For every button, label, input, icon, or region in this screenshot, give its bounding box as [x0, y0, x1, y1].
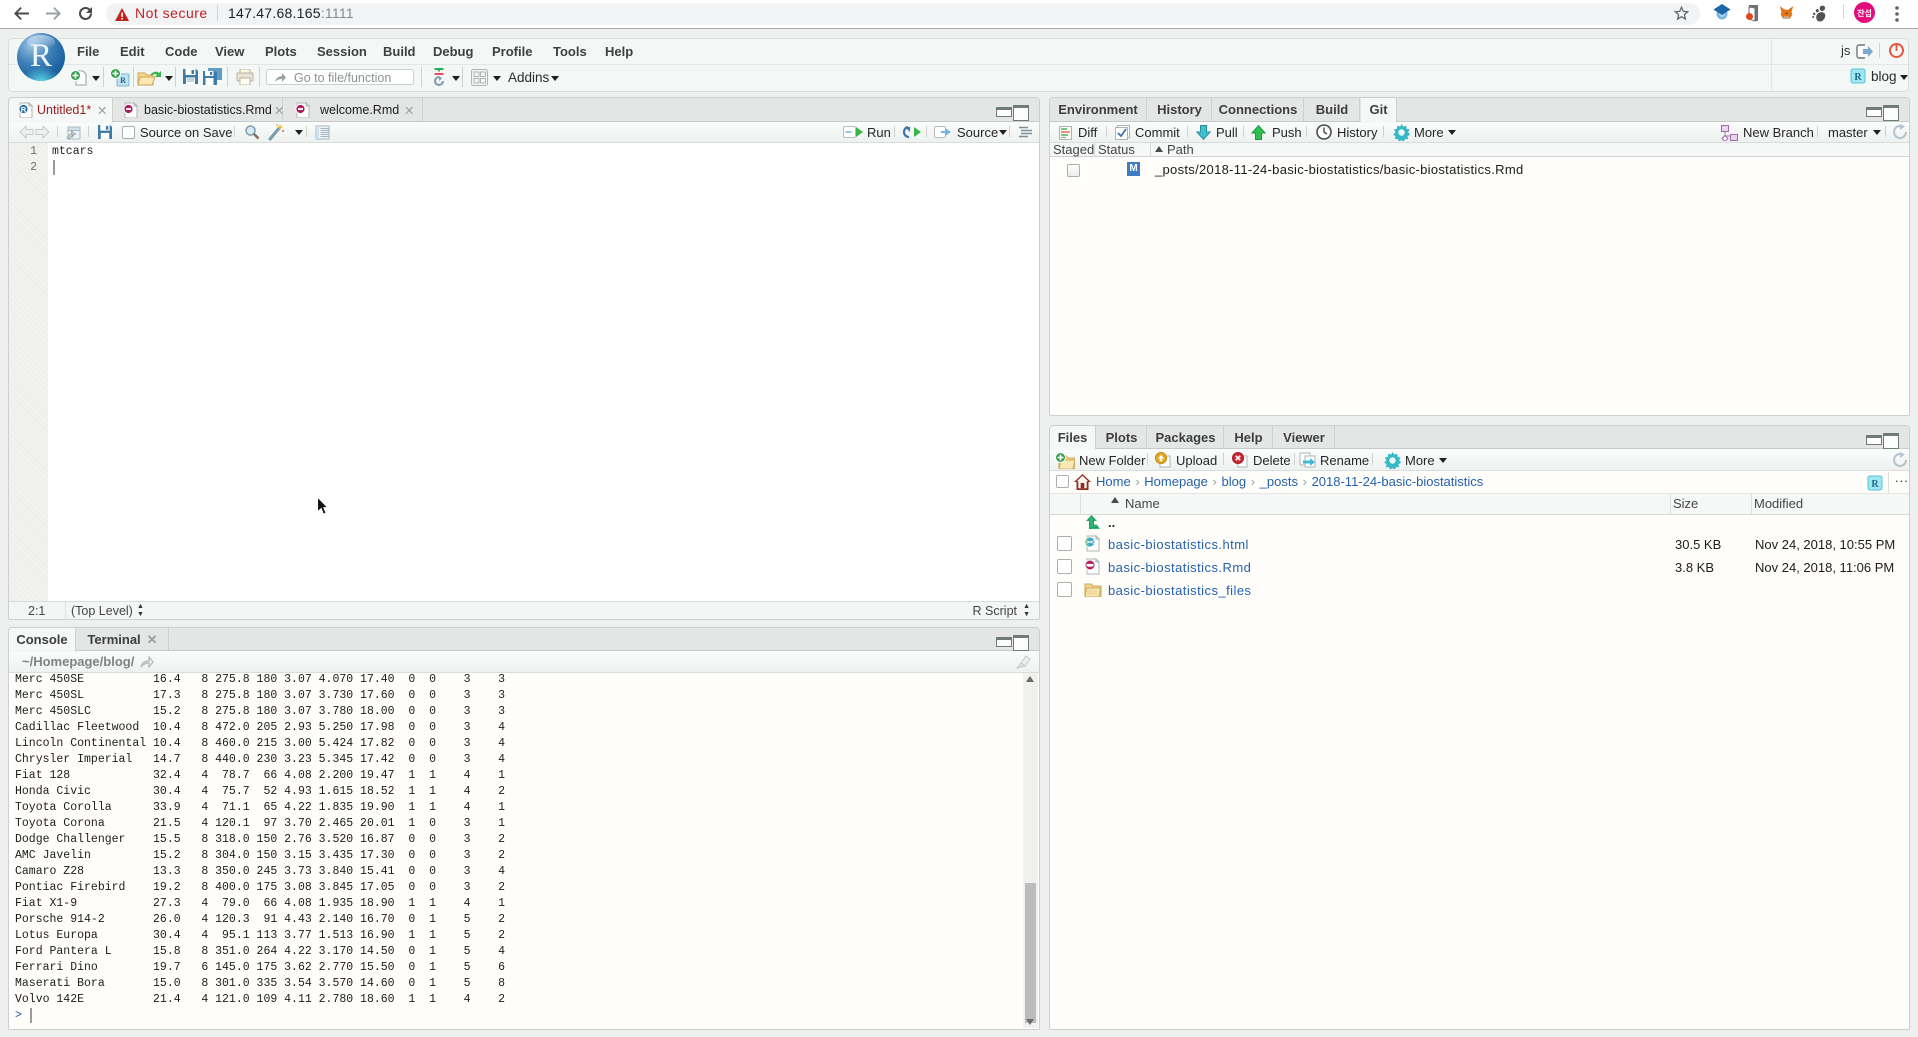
svg-text:R: R [120, 76, 126, 85]
svg-text:R: R [1871, 479, 1879, 490]
svg-text:R: R [1854, 72, 1862, 83]
svg-text:R: R [21, 105, 27, 114]
